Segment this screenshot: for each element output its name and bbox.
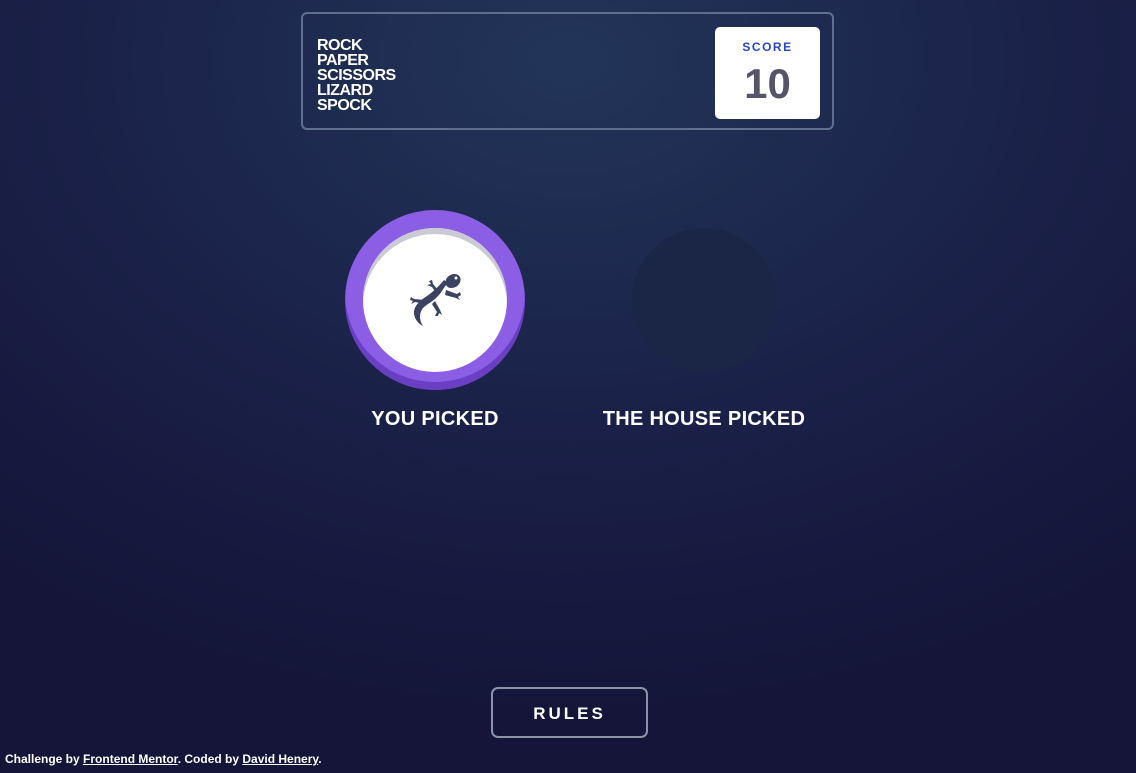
attribution-suffix: . [318, 752, 322, 766]
attribution-prefix: Challenge by [5, 752, 84, 766]
title-line: SCISSORS [317, 67, 396, 84]
player-pick: YOU PICKED [335, 210, 535, 430]
frontend-mentor-link[interactable]: Frontend Mentor [83, 752, 178, 766]
game-title: ROCK PAPER SCISSORS LIZARD SPOCK [317, 37, 396, 114]
player-token [345, 210, 525, 390]
title-line: SPOCK [317, 97, 372, 114]
you-picked-label: YOU PICKED [371, 408, 499, 430]
attribution: Challenge by Frontend Mentor. Coded by D… [5, 752, 322, 766]
house-pick: THE HOUSE PICKED [600, 210, 808, 430]
attribution-middle: . Coded by [177, 752, 243, 766]
lizard-icon [410, 273, 461, 326]
score-box: SCORE 10 [715, 27, 820, 119]
game-header: ROCK PAPER SCISSORS LIZARD SPOCK SCORE 1… [301, 12, 834, 130]
score-value: 10 [744, 60, 791, 107]
title-line: PAPER [317, 52, 369, 69]
title-line: ROCK [317, 37, 363, 54]
score-label: SCORE [742, 40, 793, 54]
title-line: LIZARD [317, 82, 373, 99]
house-empty-slot [632, 228, 776, 372]
rules-button[interactable]: RULES [491, 687, 648, 738]
player-token-inner [363, 228, 507, 372]
house-picked-label: THE HOUSE PICKED [602, 408, 806, 430]
author-link[interactable]: David Henery [242, 752, 318, 766]
